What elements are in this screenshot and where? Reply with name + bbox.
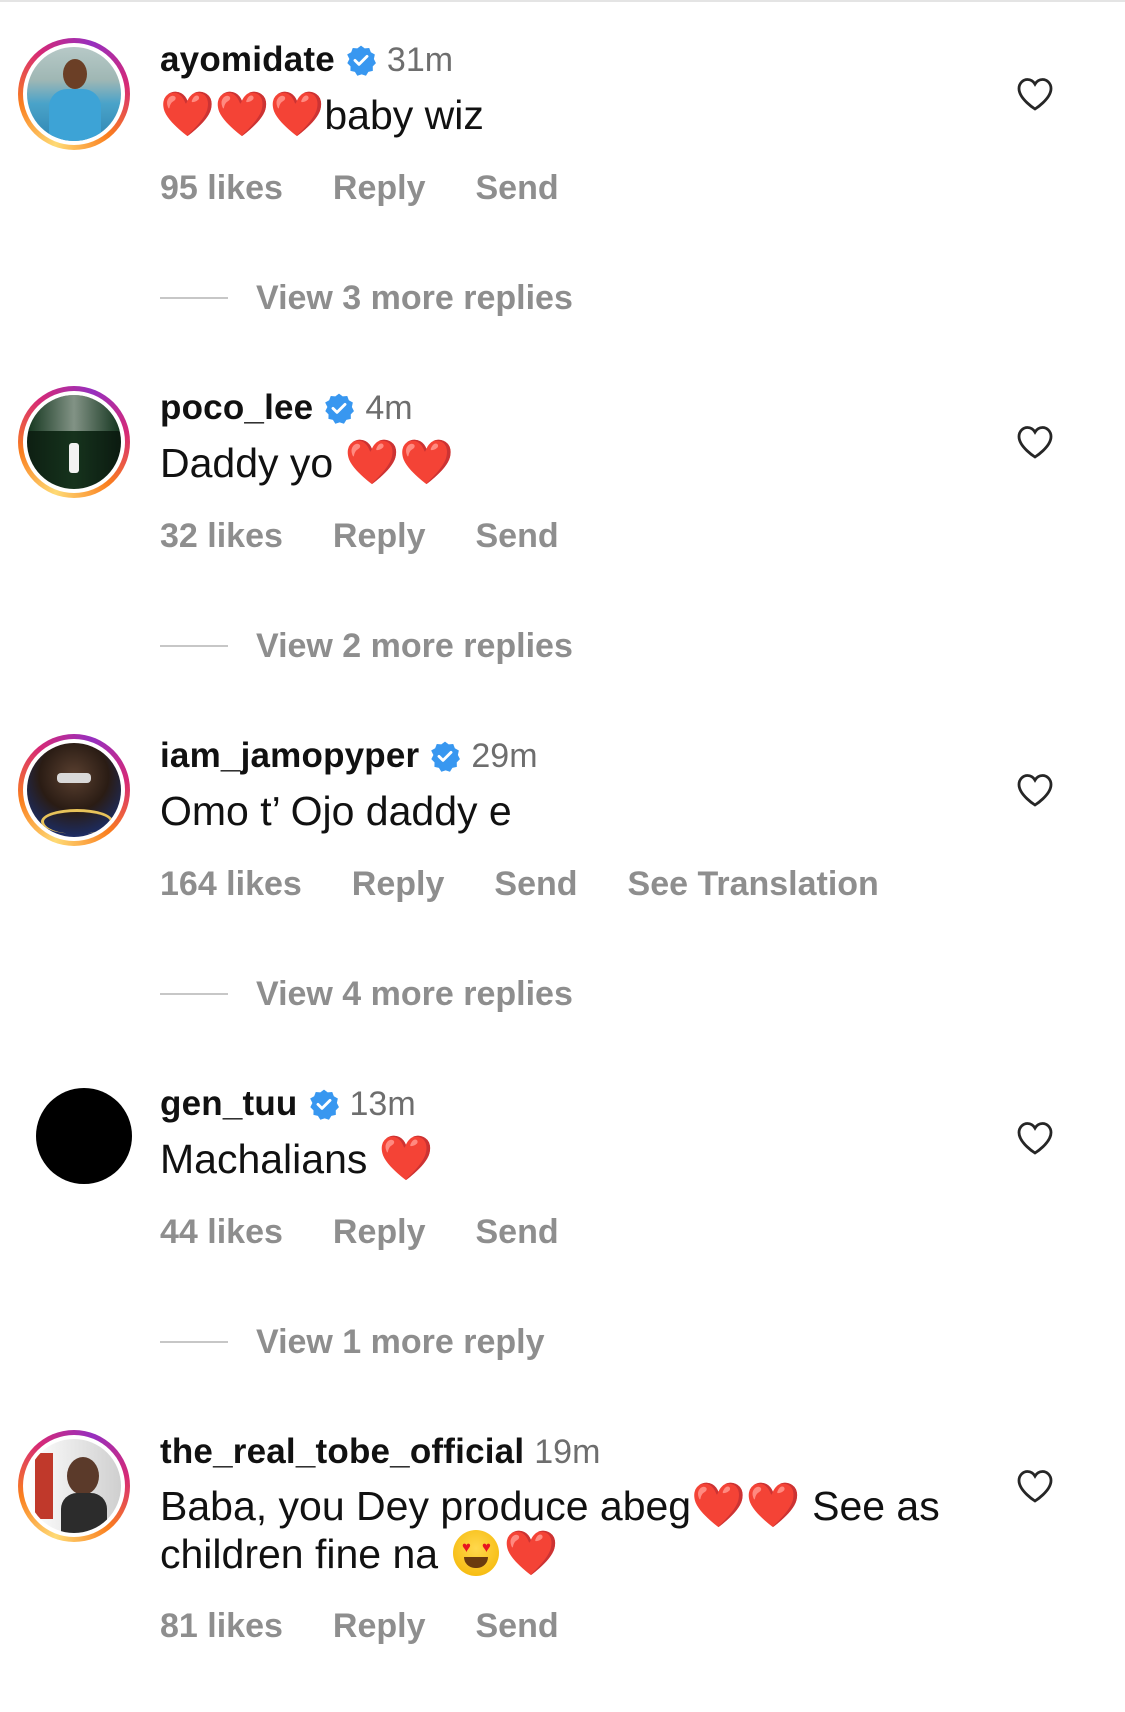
reply-button[interactable]: Reply — [352, 865, 445, 904]
reply-button[interactable]: Reply — [333, 1607, 426, 1646]
comment-item: ayomidate 31m ❤️❤️❤️baby wiz 95 likes Re… — [0, 0, 1125, 320]
avatar[interactable] — [18, 1430, 130, 1542]
comment-item: gen_tuu 13m Machalians ❤️ 44 likes Reply… — [0, 1044, 1125, 1364]
see-translation-button[interactable]: See Translation — [628, 865, 879, 904]
comment-text: ❤️❤️❤️baby wiz — [160, 89, 484, 140]
comment-item: iam_jamopyper 29m Omo t’ Ojo daddy e 164… — [0, 696, 1125, 1016]
comment-time: 13m — [349, 1084, 416, 1123]
heart-emoji: ❤️❤️ — [691, 1480, 801, 1531]
heart-emoji: ❤️ — [503, 1528, 559, 1579]
heart-outline-icon[interactable] — [1016, 772, 1054, 808]
view-replies-button[interactable]: View 2 more replies — [160, 626, 573, 666]
comment-text: Omo t’ Ojo daddy e — [160, 788, 512, 834]
view-replies-label: View 2 more replies — [256, 626, 573, 665]
comment-time: 19m — [534, 1432, 601, 1471]
heart-outline-icon[interactable] — [1016, 76, 1054, 112]
view-replies-button[interactable]: View 1 more reply — [160, 1322, 545, 1362]
comment-time: 4m — [365, 388, 413, 427]
send-button[interactable]: Send — [475, 169, 558, 208]
send-button[interactable]: Send — [475, 1607, 558, 1646]
heart-eyes-emoji: ♥ ♥ — [453, 1530, 500, 1576]
heart-outline-icon[interactable] — [1016, 1120, 1054, 1156]
avatar[interactable] — [18, 38, 130, 150]
avatar[interactable] — [18, 734, 130, 846]
view-replies-label: View 3 more replies — [256, 278, 573, 317]
comment-text: Baba, you Dey produce abeg❤️❤️ See as ch… — [160, 1480, 940, 1579]
send-button[interactable]: Send — [475, 517, 558, 556]
likes-count[interactable]: 44 likes — [160, 1213, 283, 1252]
thread-line — [160, 1341, 228, 1343]
view-replies-label: View 1 more reply — [256, 1322, 545, 1361]
verified-badge-icon — [347, 45, 376, 76]
view-replies-label: View 4 more replies — [256, 974, 573, 1013]
likes-count[interactable]: 32 likes — [160, 517, 283, 556]
heart-emoji: ❤️ — [378, 1133, 434, 1184]
send-button[interactable]: Send — [494, 865, 577, 904]
reply-button[interactable]: Reply — [333, 169, 426, 208]
comment-username[interactable]: the_real_tobe_official — [160, 1432, 524, 1472]
comment-username[interactable]: gen_tuu — [160, 1084, 298, 1124]
avatar[interactable] — [36, 1088, 132, 1184]
likes-count[interactable]: 95 likes — [160, 169, 283, 208]
heart-emoji: ❤️❤️❤️ — [160, 89, 325, 140]
thread-line — [160, 297, 228, 299]
comment-item: poco_lee 4m Daddy yo ❤️❤️ 32 likes Reply… — [0, 348, 1125, 668]
comment-time: 29m — [471, 736, 538, 775]
verified-badge-icon — [431, 741, 461, 772]
thread-line — [160, 993, 228, 995]
comment-item: the_real_tobe_official 19m Baba, you Dey… — [0, 1392, 1125, 1712]
likes-count[interactable]: 164 likes — [160, 865, 302, 904]
comment-username[interactable]: poco_lee — [160, 388, 313, 428]
comment-username[interactable]: ayomidate — [160, 40, 335, 80]
verified-badge-icon — [325, 393, 355, 424]
verified-badge-icon — [309, 1089, 339, 1120]
heart-emoji: ❤️❤️ — [344, 437, 455, 488]
reply-button[interactable]: Reply — [333, 517, 426, 556]
likes-count[interactable]: 81 likes — [160, 1607, 283, 1646]
avatar[interactable] — [18, 386, 130, 498]
thread-line — [160, 645, 228, 647]
view-replies-button[interactable]: View 3 more replies — [160, 278, 573, 318]
heart-outline-icon[interactable] — [1016, 424, 1054, 460]
comment-text: Daddy yo ❤️❤️ — [160, 437, 455, 488]
comment-text: Machalians ❤️ — [160, 1133, 434, 1184]
view-replies-button[interactable]: View 4 more replies — [160, 974, 573, 1014]
send-button[interactable]: Send — [475, 1213, 558, 1252]
reply-button[interactable]: Reply — [333, 1213, 426, 1252]
heart-outline-icon[interactable] — [1016, 1468, 1054, 1504]
comment-time: 31m — [386, 40, 454, 79]
comment-username[interactable]: iam_jamopyper — [160, 736, 419, 776]
